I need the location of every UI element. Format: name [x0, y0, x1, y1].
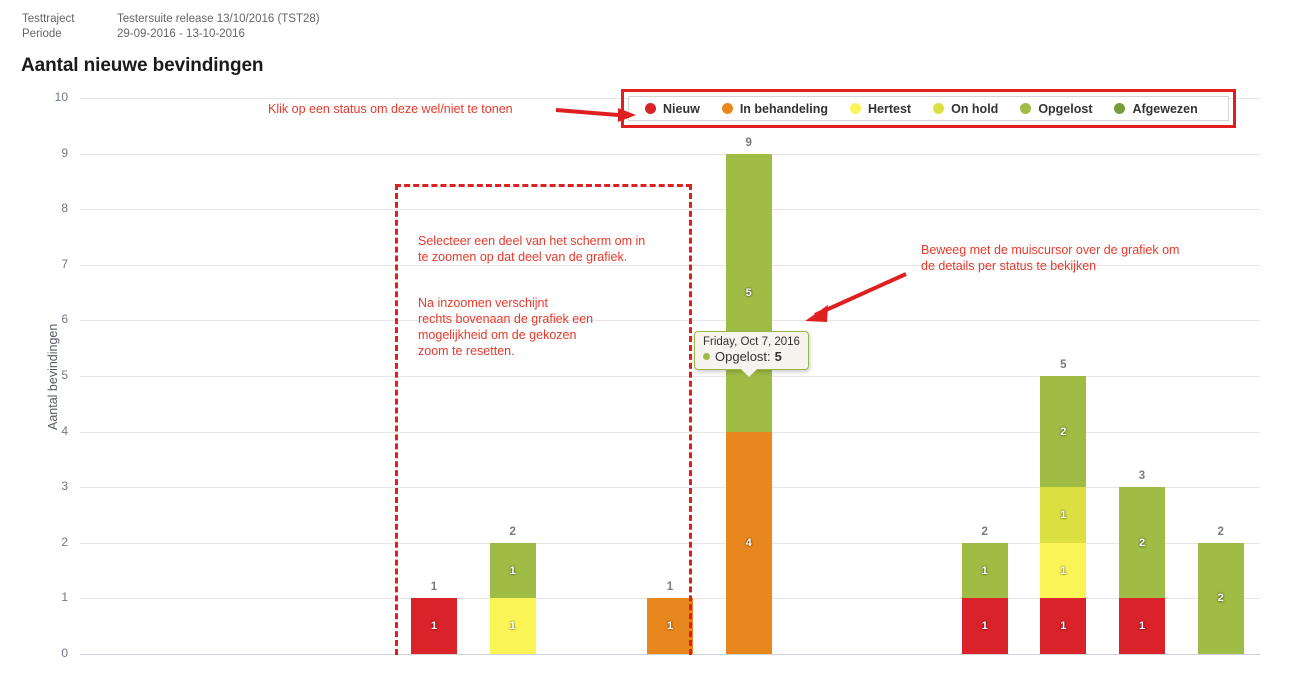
metadata-row: Periode 29-09-2016 - 13-10-2016 — [22, 27, 320, 42]
bar-total-label: 2 — [1217, 525, 1224, 538]
annotation-zoom-hint-2: Na inzoomen verschijnt rechts bovenaan d… — [418, 296, 594, 358]
bar-segment[interactable]: 2 — [1040, 376, 1087, 488]
legend-dot-icon — [1020, 103, 1032, 114]
metadata-value: 29-09-2016 - 13-10-2016 — [117, 28, 245, 40]
legend-item-opgelost[interactable]: Opgelost — [1020, 102, 1092, 116]
legend-item-label: Hertest — [868, 101, 912, 116]
bar-segment[interactable]: 1 — [1040, 542, 1087, 599]
bar-total-label: 2 — [981, 525, 988, 538]
y-axis-tick-label: 2 — [61, 534, 68, 549]
tooltip-tail-icon — [741, 369, 757, 377]
bar-segment[interactable]: 2 — [1197, 542, 1244, 654]
page-title: Aantal nieuwe bevindingen — [21, 55, 264, 76]
legend-item-afgewezen[interactable]: Afgewezen — [1114, 101, 1198, 116]
y-axis-tick-label: 1 — [61, 590, 68, 605]
tooltip-series-row: Opgelost: 5 — [703, 349, 800, 364]
legend-item-hertest[interactable]: Hertest — [850, 102, 911, 116]
annotation-zoom-hint-1: Selecteer een deel van het scherm om in … — [418, 234, 646, 264]
y-axis-tick-label: 3 — [61, 479, 68, 494]
annotation-legend-hint: Klik op een status om deze wel/niet te t… — [268, 102, 513, 116]
legend-item-label: Opgelost — [1038, 101, 1093, 116]
tooltip-title: Friday, Oct 7, 2016 — [703, 336, 800, 348]
report-page: Testtraject Testersuite release 13/10/20… — [0, 0, 1289, 675]
legend-item-label: On hold — [951, 101, 999, 116]
bar-segment[interactable]: 1 — [1040, 598, 1087, 654]
bar-stack[interactable]: 45 9 — [725, 137, 772, 654]
bar-total-label: 9 — [745, 136, 752, 149]
bar-stack[interactable]: 22 — [1197, 526, 1244, 654]
y-axis-tick-label: 8 — [61, 201, 68, 216]
bar-segment[interactable]: 1 — [1119, 598, 1165, 654]
y-axis-tick-label: 7 — [61, 256, 68, 271]
legend-item-in-behandeling[interactable]: In behandeling — [721, 101, 829, 116]
legend-item-label: In behandeling — [739, 101, 829, 116]
legend-dot-icon — [721, 103, 733, 114]
chart-tooltip: Friday, Oct 7, 2016 Opgelost: 5 — [694, 331, 809, 377]
bar-stack[interactable]: 12 3 — [1119, 470, 1165, 654]
legend-dot-icon — [850, 103, 862, 114]
metadata-key: Testtraject — [22, 13, 75, 25]
bar-segment[interactable]: 2 — [1119, 487, 1165, 599]
tooltip-series-dot-icon — [703, 353, 710, 360]
bar-segment[interactable]: 4 — [725, 431, 772, 654]
bar-segment[interactable]: 5 — [725, 153, 772, 432]
bar-stack[interactable]: 11125 — [1040, 359, 1087, 654]
tooltip-series-label: Opgelost: — [715, 349, 771, 364]
metadata-value: Testersuite release 13/10/2016 (TST28) — [117, 13, 320, 25]
gridline — [80, 153, 1260, 155]
y-axis-tick-label: 0 — [61, 646, 68, 660]
y-axis-title: Aantal bevindingen — [46, 323, 60, 430]
bar-total-label: 5 — [1060, 359, 1067, 371]
legend-dot-icon — [933, 103, 945, 114]
annotation-hover-hint: Beweeg met de muiscursor over de grafiek… — [921, 243, 1180, 273]
bar-stack[interactable]: 11 2 — [961, 526, 1008, 654]
legend-item-nieuw[interactable]: Nieuw — [645, 102, 700, 116]
legend-dot-icon — [645, 103, 656, 114]
metadata-row: Testtraject Testersuite release 13/10/20… — [22, 12, 320, 27]
bar-total-label: 3 — [1138, 470, 1146, 483]
y-axis-tick-label: 10 — [54, 90, 68, 104]
chart-legend[interactable]: Nieuw In behandeling Hertest On hold Opgelos… — [628, 96, 1229, 121]
metadata-key: Periode — [22, 28, 62, 40]
tooltip-series-value: 5 — [774, 349, 782, 364]
bar-segment[interactable]: 1 — [1040, 487, 1087, 543]
legend-item-on-hold[interactable]: On hold — [933, 102, 998, 116]
legend-item-label: Afgewezen — [1132, 101, 1198, 116]
legend-item-label: Nieuw — [663, 101, 700, 116]
bar-segment[interactable]: 1 — [961, 598, 1008, 654]
legend-dot-icon — [1114, 103, 1126, 114]
report-metadata: Testtraject Testersuite release 13/10/20… — [22, 12, 320, 42]
y-axis-tick-label: 9 — [61, 145, 68, 160]
bar-segment[interactable]: 1 — [961, 542, 1008, 599]
